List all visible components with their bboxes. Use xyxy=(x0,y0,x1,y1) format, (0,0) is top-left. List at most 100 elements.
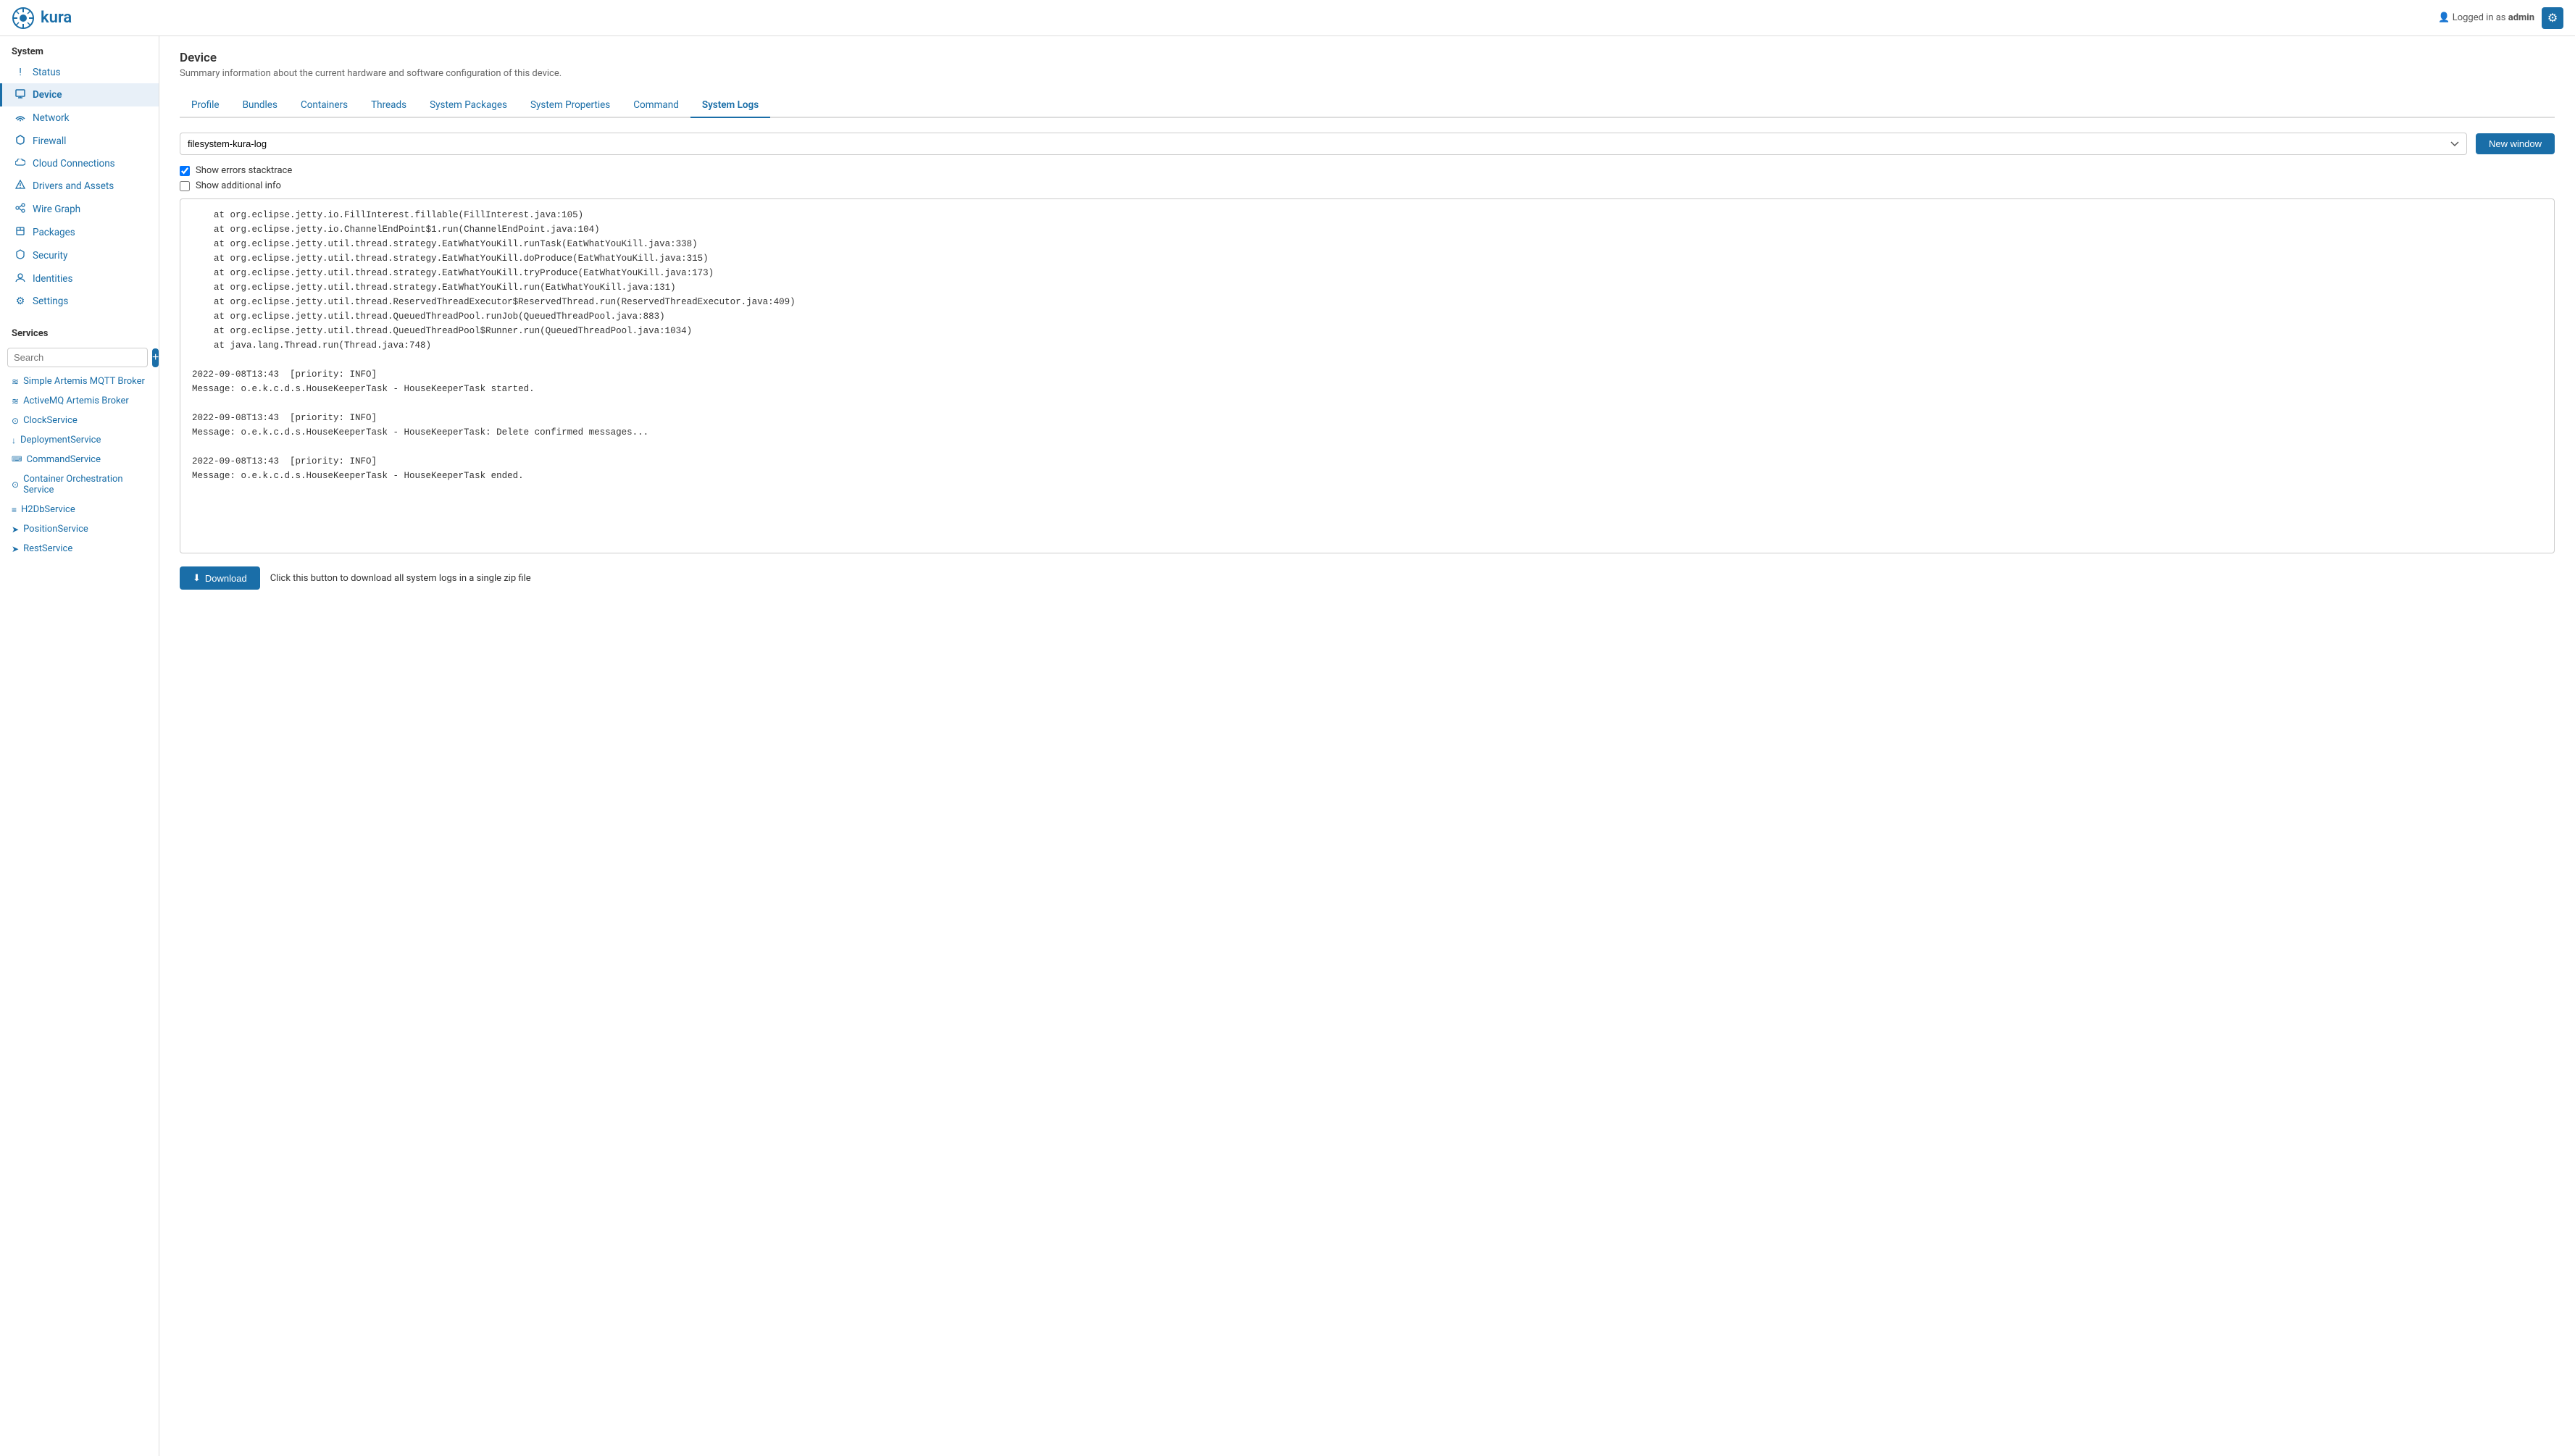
settings-icon: ⚙ xyxy=(14,296,27,307)
sidebar-item-drivers-assets[interactable]: Drivers and Assets xyxy=(0,175,159,198)
tab-system-packages[interactable]: System Packages xyxy=(418,93,519,118)
service-label: ClockService xyxy=(23,415,78,426)
sidebar-item-label: Packages xyxy=(33,227,75,238)
sidebar-item-label: Wire Graph xyxy=(33,204,80,215)
tab-system-logs[interactable]: System Logs xyxy=(690,93,770,118)
sidebar-item-identities[interactable]: Identities xyxy=(0,267,159,290)
sidebar: System ! Status Device xyxy=(0,36,159,1456)
status-icon: ! xyxy=(14,67,27,78)
topbar-right: 👤 Logged in as admin ⚙ xyxy=(2438,7,2563,29)
service-icon: ≋ xyxy=(12,396,19,406)
tab-bar: Profile Bundles Containers Threads Syste… xyxy=(180,93,2555,118)
logo-text: kura xyxy=(41,9,72,27)
service-icon: ➤ xyxy=(12,524,19,535)
sidebar-item-device[interactable]: Device xyxy=(0,83,159,106)
sidebar-item-label: Drivers and Assets xyxy=(33,180,114,192)
kura-logo-icon xyxy=(12,7,35,30)
sidebar-item-status[interactable]: ! Status xyxy=(0,62,159,83)
search-row: + xyxy=(0,343,159,372)
new-window-button[interactable]: New window xyxy=(2476,133,2555,154)
log-area: at org.eclipse.jetty.io.FillInterest.fil… xyxy=(180,198,2555,553)
service-item-activemq[interactable]: ≋ ActiveMQ Artemis Broker xyxy=(0,391,159,411)
service-icon: ↓ xyxy=(12,435,16,445)
sidebar-item-security[interactable]: Security xyxy=(0,244,159,267)
identities-icon xyxy=(14,272,27,285)
sidebar-item-label: Device xyxy=(33,89,62,101)
service-label: H2DbService xyxy=(21,504,75,515)
main-content: Device Summary information about the cur… xyxy=(159,36,2575,1456)
network-icon xyxy=(14,112,27,125)
drivers-icon xyxy=(14,180,27,193)
sidebar-item-label: Cloud Connections xyxy=(33,158,115,170)
device-icon xyxy=(14,88,27,101)
sidebar-item-label: Firewall xyxy=(33,135,66,147)
system-section-title: System xyxy=(0,36,159,62)
wire-graph-icon xyxy=(14,203,27,216)
security-icon xyxy=(14,249,27,262)
service-label: CommandService xyxy=(26,454,101,465)
sidebar-item-label: Settings xyxy=(33,296,68,307)
add-service-button[interactable]: + xyxy=(152,348,159,367)
sidebar-item-label: Network xyxy=(33,112,69,124)
search-input[interactable] xyxy=(7,348,148,367)
service-item-position[interactable]: ➤ PositionService xyxy=(0,519,159,539)
service-item-clock[interactable]: ⊙ ClockService xyxy=(0,411,159,430)
logo: kura xyxy=(12,7,72,30)
sidebar-item-label: Identities xyxy=(33,273,72,285)
show-additional-info-label: Show additional info xyxy=(196,180,281,191)
controls-row: filesystem-kura-log filesystem-kura-log-… xyxy=(180,133,2555,155)
download-row: ⬇ Download Click this button to download… xyxy=(180,566,2555,590)
sidebar-item-packages[interactable]: Packages xyxy=(0,221,159,244)
packages-icon xyxy=(14,226,27,239)
tab-containers[interactable]: Containers xyxy=(289,93,359,118)
gear-button[interactable]: ⚙ xyxy=(2542,7,2563,29)
tab-bundles[interactable]: Bundles xyxy=(231,93,289,118)
show-errors-stacktrace-label: Show errors stacktrace xyxy=(196,165,292,176)
services-section-title: Services xyxy=(0,318,159,343)
sidebar-item-wire-graph[interactable]: Wire Graph xyxy=(0,198,159,221)
service-label: ActiveMQ Artemis Broker xyxy=(23,396,129,406)
service-item-simple-artemis[interactable]: ≋ Simple Artemis MQTT Broker xyxy=(0,372,159,391)
service-icon: ⊙ xyxy=(12,480,19,490)
show-additional-info-checkbox[interactable] xyxy=(180,181,190,191)
tab-system-properties[interactable]: System Properties xyxy=(519,93,622,118)
show-additional-info-row: Show additional info xyxy=(180,180,2555,191)
service-item-h2db[interactable]: ≡ H2DbService xyxy=(0,500,159,519)
topbar: kura 👤 Logged in as admin ⚙ xyxy=(0,0,2575,36)
sidebar-item-firewall[interactable]: Firewall xyxy=(0,130,159,153)
show-errors-stacktrace-row: Show errors stacktrace xyxy=(180,165,2555,176)
firewall-icon xyxy=(14,135,27,148)
service-label: Container Orchestration Service xyxy=(23,474,147,495)
service-label: PositionService xyxy=(23,524,88,535)
download-button[interactable]: ⬇ Download xyxy=(180,566,260,590)
sidebar-item-label: Status xyxy=(33,67,61,78)
sidebar-item-network[interactable]: Network xyxy=(0,106,159,130)
page-title: Device xyxy=(180,51,2555,65)
service-item-rest[interactable]: ➤ RestService xyxy=(0,539,159,558)
logged-in-label: 👤 Logged in as admin xyxy=(2438,12,2534,23)
app-body: System ! Status Device xyxy=(0,36,2575,1456)
sidebar-item-settings[interactable]: ⚙ Settings xyxy=(0,290,159,312)
service-item-command[interactable]: ⌨ CommandService xyxy=(0,450,159,469)
service-label: RestService xyxy=(23,543,72,554)
tab-profile[interactable]: Profile xyxy=(180,93,231,118)
download-label: Download xyxy=(205,573,247,584)
download-hint: Click this button to download all system… xyxy=(270,573,531,584)
service-item-container-orchestration[interactable]: ⊙ Container Orchestration Service xyxy=(0,469,159,500)
service-item-deployment[interactable]: ↓ DeploymentService xyxy=(0,430,159,450)
sidebar-item-label: Security xyxy=(33,250,67,262)
service-icon: ⊙ xyxy=(12,416,19,426)
service-icon: ≡ xyxy=(12,505,17,515)
cloud-icon xyxy=(14,158,27,170)
service-label: DeploymentService xyxy=(20,435,101,445)
tab-command[interactable]: Command xyxy=(622,93,690,118)
log-select[interactable]: filesystem-kura-log filesystem-kura-log-… xyxy=(180,133,2467,155)
service-label: Simple Artemis MQTT Broker xyxy=(23,376,145,387)
sidebar-item-cloud-connections[interactable]: Cloud Connections xyxy=(0,153,159,175)
tab-threads[interactable]: Threads xyxy=(359,93,418,118)
service-icon: ⌨ xyxy=(12,456,22,464)
page-subtitle: Summary information about the current ha… xyxy=(180,68,2555,79)
service-icon: ≋ xyxy=(12,377,19,387)
show-errors-stacktrace-checkbox[interactable] xyxy=(180,166,190,176)
download-icon: ⬇ xyxy=(193,572,201,584)
